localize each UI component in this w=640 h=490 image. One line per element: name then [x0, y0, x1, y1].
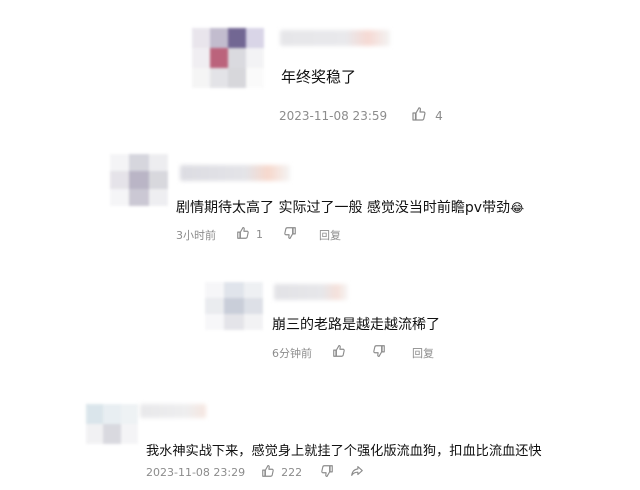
comment-meta: 3小时前 1 回复 — [176, 226, 341, 243]
comment-meta: 2023-11-08 23:29 222 — [146, 464, 364, 481]
comment-text: 剧情期待太高了 实际过了一般 感觉没当时前瞻pv带劲😂 — [176, 197, 524, 217]
like-count: 1 — [256, 228, 263, 241]
comment-body: 剧情期待太高了 实际过了一般 感觉没当时前瞻pv带劲 — [176, 200, 511, 216]
avatar[interactable] — [86, 404, 138, 444]
thumbs-down-icon[interactable] — [283, 226, 297, 243]
comment-timestamp: 2023-11-08 23:29 — [146, 466, 246, 479]
share-icon[interactable] — [350, 464, 364, 481]
comment-text: 崩三的老路是越走越流稀了 — [272, 317, 440, 333]
laughing-emoji: 😂 — [510, 201, 525, 215]
username-blurred[interactable] — [140, 404, 206, 418]
reply-button[interactable]: 回复 — [412, 345, 434, 361]
comment-text: 年终奖稳了 — [281, 68, 357, 86]
like-count: 4 — [435, 108, 443, 123]
thumbs-up-icon[interactable] — [332, 344, 346, 361]
comment-timestamp: 2023-11-08 23:59 — [279, 108, 388, 123]
comment-meta: 6分钟前 回复 — [272, 344, 434, 361]
comment-timestamp: 3小时前 — [176, 228, 216, 242]
like-count: 222 — [281, 466, 303, 479]
avatar[interactable] — [192, 28, 264, 88]
username-blurred[interactable] — [180, 165, 290, 181]
username-blurred[interactable] — [274, 284, 348, 300]
comment-meta: 2023-11-08 23:59 4 — [279, 106, 443, 125]
comment-timestamp: 6分钟前 — [272, 346, 312, 360]
avatar[interactable] — [205, 282, 263, 330]
thumbs-down-icon[interactable] — [320, 464, 334, 481]
reply-button[interactable]: 回复 — [319, 227, 341, 243]
thumbs-up-icon[interactable] — [411, 106, 427, 125]
comment-text: 我水神实战下来，感觉身上就挂了个强化版流血狗，扣血比流血还快 — [146, 444, 542, 459]
avatar[interactable] — [110, 154, 168, 206]
thumbs-down-icon[interactable] — [372, 344, 386, 361]
thumbs-up-icon[interactable] — [261, 464, 275, 481]
thumbs-up-icon[interactable] — [236, 226, 250, 243]
username-blurred[interactable] — [280, 30, 390, 46]
